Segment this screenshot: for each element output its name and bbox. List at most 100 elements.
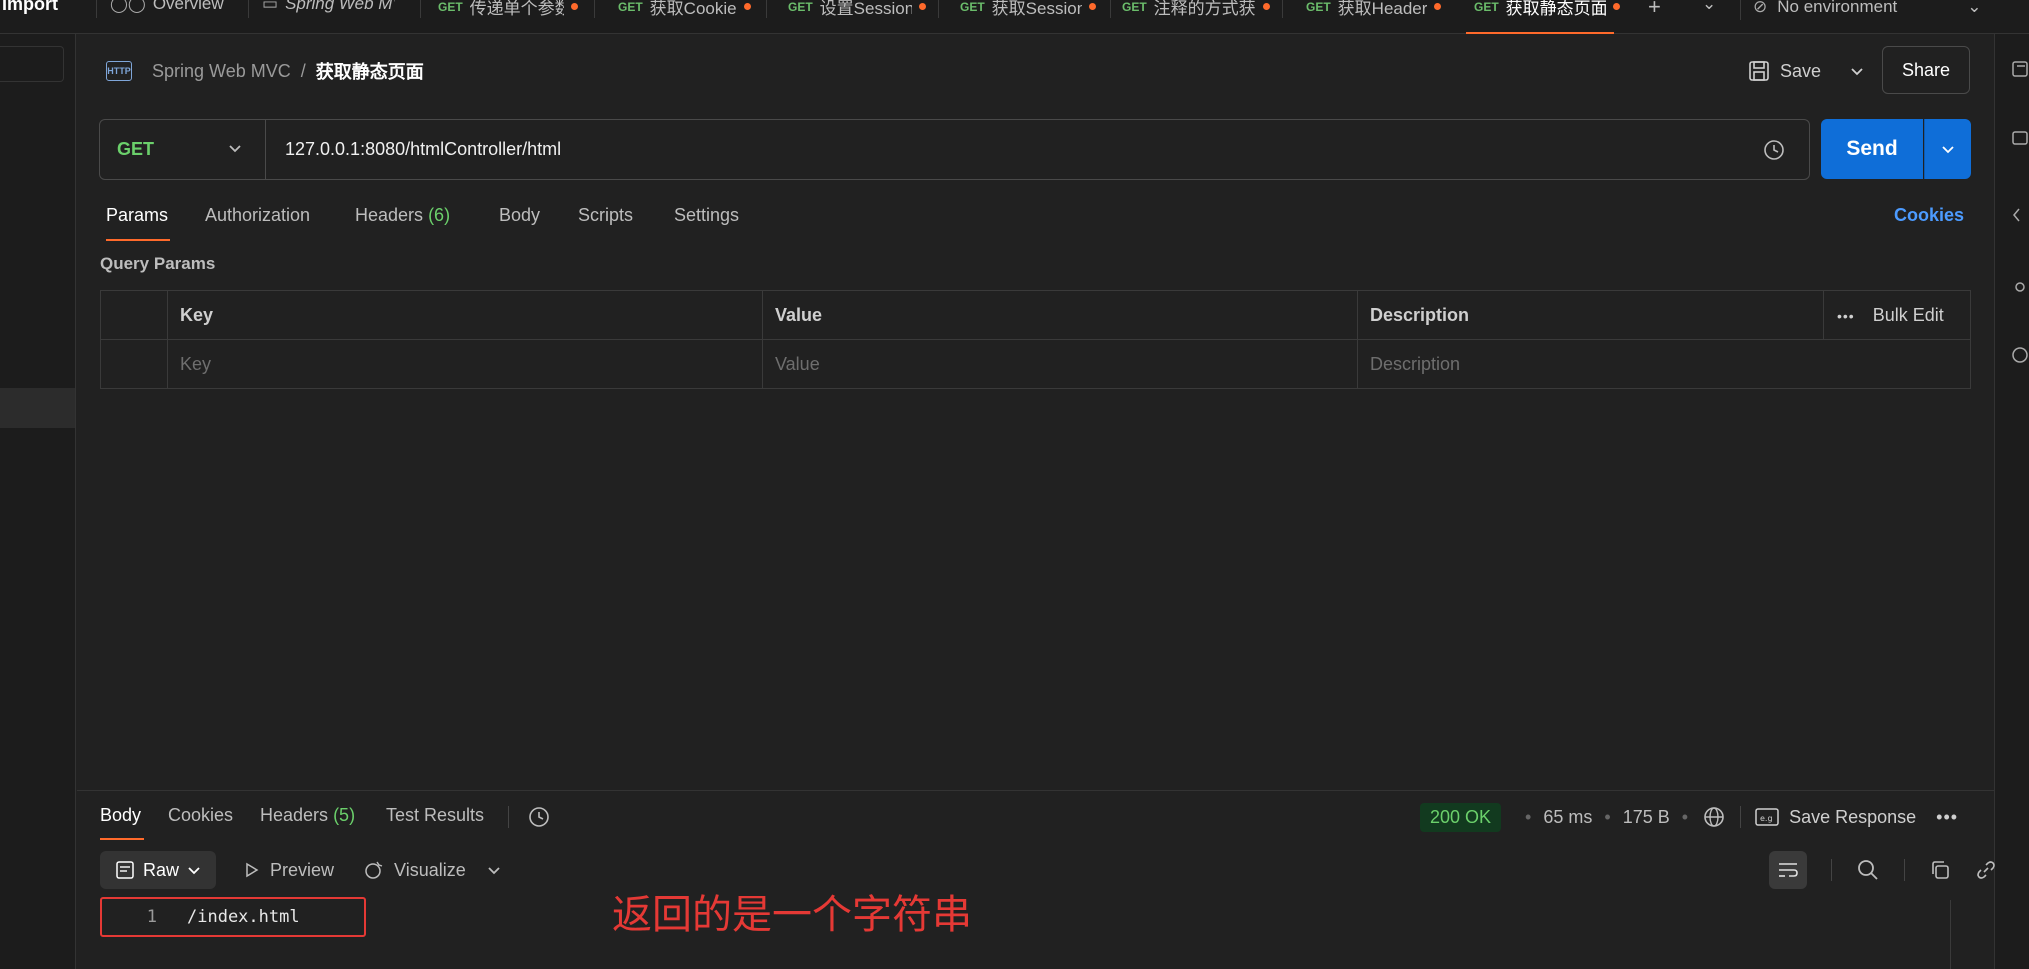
url-input[interactable]: [285, 120, 1585, 179]
tab-request[interactable]: GET 获取Header: [1298, 0, 1464, 34]
tab-request[interactable]: GET 获取Cookie: [610, 0, 770, 34]
chevron-down-icon: [229, 145, 241, 153]
save-response-icon: e.g: [1755, 808, 1779, 826]
response-body-text: /index.html: [187, 907, 300, 927]
unsaved-dot: [570, 3, 578, 10]
wrap-icon: [1779, 863, 1798, 877]
search-icon[interactable]: [1856, 858, 1880, 882]
new-tab-button[interactable]: +: [1640, 0, 1674, 34]
tab-overview[interactable]: ◯◯ Overview: [102, 0, 242, 34]
response-format-bar: Raw Preview Visualize: [100, 851, 502, 889]
save-button[interactable]: Save: [1780, 61, 1821, 82]
sidebar-selected-item[interactable]: [0, 388, 75, 428]
response-tab-headers[interactable]: Headers (5): [260, 805, 355, 826]
tab-overflow-button[interactable]: ⌄: [1694, 0, 1728, 34]
visualize-button[interactable]: Visualize: [362, 859, 466, 881]
http-icon: HTTP: [106, 61, 132, 81]
response-time[interactable]: 65 ms: [1543, 807, 1592, 828]
tab-request[interactable]: GET 传递单个参数: [430, 0, 590, 34]
raw-icon: [116, 861, 134, 879]
history-icon[interactable]: [526, 804, 552, 830]
link-icon[interactable]: [1975, 859, 1997, 881]
tab-settings[interactable]: Settings: [674, 205, 739, 226]
share-button[interactable]: Share: [1882, 46, 1970, 94]
tab-request[interactable]: GET 设置Session: [780, 0, 938, 34]
save-icon: [1749, 61, 1769, 81]
query-params-table: Key Value Description ••• Bulk Edit Key …: [100, 290, 1971, 389]
request-name[interactable]: 获取静态页面: [316, 58, 424, 84]
tab-strip: Import ◯◯ Overview ▭ Spring Web MVC GET …: [0, 0, 2029, 34]
variables-icon[interactable]: [1762, 138, 1786, 162]
breadcrumb: HTTP Spring Web MVC / 获取静态页面: [106, 58, 424, 84]
import-button[interactable]: Import: [0, 0, 58, 20]
unsaved-dot: [1088, 3, 1096, 10]
table-row: Key Value Description: [101, 340, 1970, 389]
active-tab-indicator: [1466, 32, 1614, 34]
more-options-icon[interactable]: •••: [1936, 807, 1958, 828]
plus-icon: +: [1648, 0, 1661, 19]
chevron-down-icon: [188, 867, 200, 875]
key-input[interactable]: Key: [167, 340, 763, 389]
code-icon[interactable]: [2011, 206, 2029, 224]
response-body-line[interactable]: 1 /index.html: [100, 897, 366, 937]
column-header-key: Key: [167, 291, 763, 340]
scrollbar[interactable]: [1950, 900, 1951, 969]
more-options-icon[interactable]: •••: [1837, 308, 1855, 324]
response-tab-body[interactable]: Body: [100, 805, 141, 826]
send-button[interactable]: Send: [1821, 119, 1923, 179]
query-params-title: Query Params: [100, 254, 216, 273]
save-response-button[interactable]: e.g Save Response: [1755, 807, 1916, 828]
info-icon[interactable]: [2011, 346, 2029, 364]
copy-icon[interactable]: [1929, 859, 1951, 881]
bulk-edit-button[interactable]: Bulk Edit: [1873, 305, 1944, 326]
unsaved-dot: [1262, 3, 1270, 10]
chevron-down-icon[interactable]: [1849, 63, 1865, 79]
value-input[interactable]: Value: [762, 340, 1358, 389]
url-bar: GET: [99, 119, 1810, 180]
send-options-button[interactable]: [1924, 119, 1971, 179]
tab-collection[interactable]: ▭ Spring Web MVC: [254, 0, 414, 34]
format-selector[interactable]: Raw: [100, 851, 216, 889]
chevron-down-icon: ⌄: [1967, 0, 1982, 16]
tab-request[interactable]: GET 获取Session: [952, 0, 1112, 34]
tab-authorization[interactable]: Authorization: [205, 205, 310, 226]
response-size[interactable]: 175 B: [1623, 807, 1670, 828]
tab-headers[interactable]: Headers (6): [355, 205, 450, 226]
comments-icon[interactable]: [2011, 130, 2029, 148]
sidebar-search-box[interactable]: [0, 46, 64, 82]
unsaved-dot: [1434, 3, 1442, 10]
breadcrumb-collection[interactable]: Spring Web MVC: [152, 61, 291, 82]
right-rail: [1994, 34, 2029, 969]
column-header-value: Value: [762, 291, 1358, 340]
annotation-text: 返回的是一个字符串: [612, 893, 972, 937]
sidebar: [0, 34, 76, 969]
globe-icon[interactable]: [1702, 805, 1726, 829]
related-icon[interactable]: [2011, 278, 2029, 296]
tab-body[interactable]: Body: [499, 205, 540, 226]
tab-scripts[interactable]: Scripts: [578, 205, 633, 226]
collection-icon: ▭: [262, 0, 279, 13]
preview-button[interactable]: Preview: [244, 860, 334, 881]
unsaved-dot: [1612, 3, 1620, 10]
environment-selector[interactable]: ⊘ No environment ⌄: [1740, 0, 1982, 20]
response-divider[interactable]: [77, 790, 1994, 791]
cookies-link[interactable]: Cookies: [1894, 205, 1964, 226]
wrap-lines-button[interactable]: [1769, 851, 1807, 889]
visualize-icon: [365, 861, 383, 879]
chevron-down-icon[interactable]: [486, 862, 502, 878]
response-tab-test-results[interactable]: Test Results: [386, 805, 484, 826]
description-input[interactable]: Description: [1357, 340, 1971, 389]
docs-icon[interactable]: [2011, 60, 2029, 78]
method-selector[interactable]: GET: [100, 120, 266, 179]
response-tools: [1769, 851, 1997, 889]
tab-request[interactable]: GET 注释的方式获: [1114, 0, 1274, 34]
column-header-description: Description: [1357, 291, 1823, 340]
breadcrumb-separator: /: [300, 60, 306, 81]
unsaved-dot: [918, 3, 926, 10]
tab-params[interactable]: Params: [106, 205, 168, 226]
tab-request-active[interactable]: GET 获取静态页面: [1466, 0, 1622, 34]
response-tab-cookies[interactable]: Cookies: [168, 805, 233, 826]
play-icon: [246, 862, 259, 878]
status-badge[interactable]: 200 OK: [1420, 802, 1502, 832]
active-tab-indicator: [100, 838, 144, 840]
